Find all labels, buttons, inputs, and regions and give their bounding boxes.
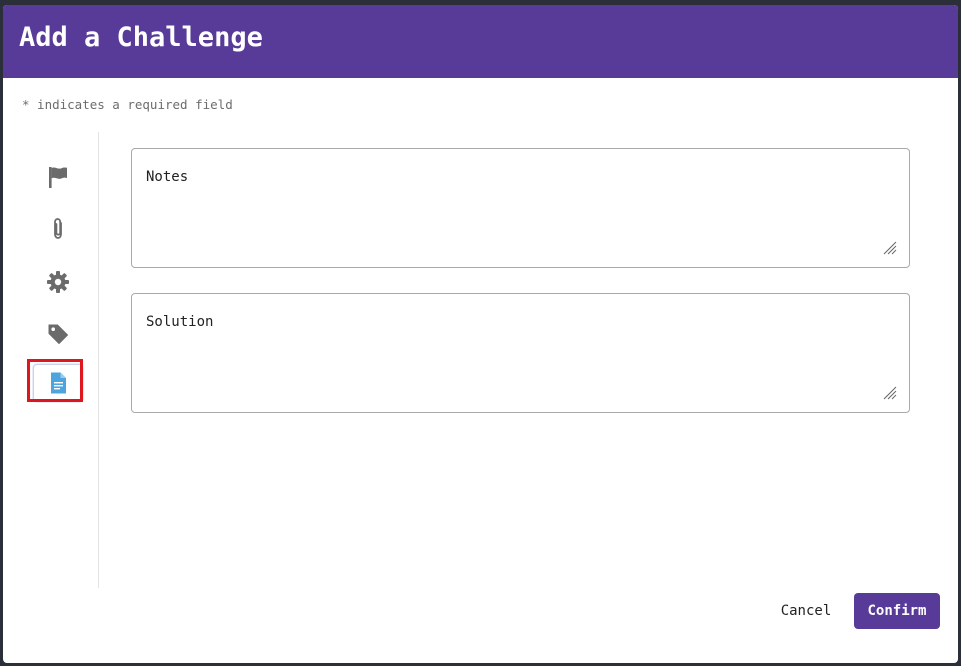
solution-field[interactable]: [131, 293, 910, 413]
tag-icon: [48, 324, 68, 344]
confirm-button[interactable]: Confirm: [854, 593, 940, 629]
resize-handle-icon[interactable]: [883, 386, 897, 400]
required-field-note: * indicates a required field: [22, 97, 233, 112]
document-icon: [51, 372, 66, 394]
resize-handle-icon[interactable]: [883, 241, 897, 255]
gear-icon: [47, 271, 69, 293]
sidebar-item-flag[interactable]: [36, 159, 80, 195]
modal-header: Add a Challenge: [3, 5, 958, 78]
sidebar-item-settings[interactable]: [36, 264, 80, 300]
modal-title: Add a Challenge: [19, 22, 263, 53]
notes-textarea[interactable]: [132, 149, 909, 267]
section-sidebar: [3, 132, 99, 588]
solution-textarea[interactable]: [132, 294, 909, 412]
sidebar-item-notes[interactable]: [33, 364, 83, 402]
cancel-button[interactable]: Cancel: [771, 593, 841, 629]
add-challenge-modal: Add a Challenge * indicates a required f…: [3, 5, 958, 663]
paperclip-icon: [54, 218, 62, 239]
sidebar-item-tags[interactable]: [36, 316, 80, 352]
notes-field[interactable]: [131, 148, 910, 268]
sidebar-item-files[interactable]: [36, 211, 80, 247]
flag-icon: [49, 167, 67, 188]
